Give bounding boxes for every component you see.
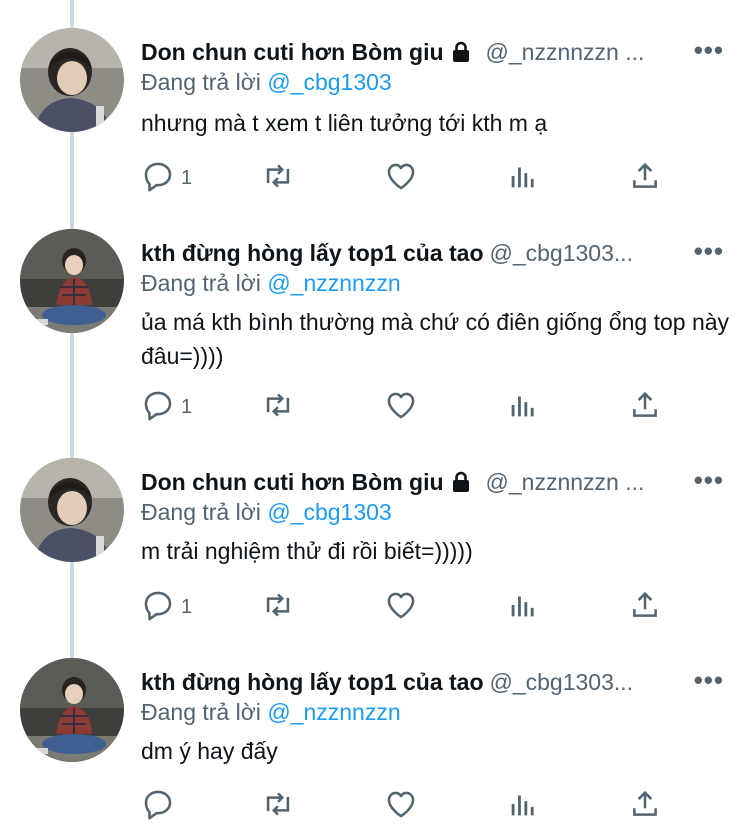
views-button[interactable] bbox=[506, 158, 540, 198]
bar-chart-icon bbox=[506, 787, 540, 826]
views-button[interactable] bbox=[506, 587, 540, 627]
speech-bubble-icon bbox=[141, 787, 175, 826]
share-button[interactable] bbox=[628, 587, 662, 627]
reply-button[interactable]: 1 bbox=[141, 587, 192, 627]
avatar[interactable] bbox=[20, 229, 124, 333]
speech-bubble-icon bbox=[141, 159, 175, 198]
heart-icon bbox=[384, 388, 418, 427]
reply-to-mention[interactable]: @_nzznnzzn bbox=[267, 270, 400, 296]
reply-count: 1 bbox=[181, 166, 193, 189]
reply-to-mention[interactable]: @_nzznnzzn bbox=[267, 699, 400, 725]
retweet-arrows-icon bbox=[261, 787, 295, 826]
retweet-arrows-icon bbox=[261, 588, 295, 627]
like-button[interactable] bbox=[384, 786, 418, 826]
tweet-text: nhưng mà t xem t liên tưởng tới kth m ạ bbox=[141, 110, 548, 136]
more-options-icon[interactable]: ••• bbox=[694, 32, 724, 68]
display-name[interactable]: kth đừng hòng lấy top1 của tao bbox=[141, 669, 484, 695]
retweet-button[interactable] bbox=[261, 587, 295, 627]
reply-count: 1 bbox=[181, 595, 193, 618]
reply-button[interactable]: 1 bbox=[141, 387, 192, 427]
retweet-button[interactable] bbox=[261, 158, 295, 198]
like-button[interactable] bbox=[384, 587, 418, 627]
bar-chart-icon bbox=[506, 588, 540, 627]
retweet-button[interactable] bbox=[261, 387, 295, 427]
replying-to-line: Đang trả lời @_cbg1303 bbox=[141, 65, 392, 99]
share-upload-icon bbox=[628, 388, 662, 427]
more-options-icon[interactable]: ••• bbox=[694, 233, 724, 269]
display-name[interactable]: Don chun cuti hơn Bòm giu bbox=[141, 39, 444, 65]
speech-bubble-icon bbox=[141, 588, 175, 627]
lock-icon bbox=[450, 37, 472, 70]
views-button[interactable] bbox=[506, 786, 540, 826]
share-upload-icon bbox=[628, 159, 662, 198]
heart-icon bbox=[384, 159, 418, 198]
share-upload-icon bbox=[628, 787, 662, 826]
tweet-text: m trải nghiệm thử đi rồi biết=))))) bbox=[141, 538, 473, 564]
replying-label: Đang trả lời bbox=[141, 699, 261, 725]
lock-icon bbox=[450, 467, 472, 500]
retweet-button[interactable] bbox=[261, 786, 295, 826]
retweet-arrows-icon bbox=[261, 159, 295, 198]
bar-chart-icon bbox=[506, 388, 540, 427]
avatar[interactable] bbox=[20, 458, 124, 562]
views-button[interactable] bbox=[506, 387, 540, 427]
user-handle[interactable]: @_cbg1303... bbox=[490, 240, 634, 266]
more-options-icon[interactable]: ••• bbox=[694, 662, 724, 698]
action-bar: 1 bbox=[141, 587, 681, 627]
replying-to-line: Đang trả lời @_nzznnzzn bbox=[141, 695, 401, 729]
replying-to-line: Đang trả lời @_cbg1303 bbox=[141, 495, 392, 529]
tweet-text: ủa má kth bình thường mà chứ có điên giố… bbox=[141, 309, 730, 369]
display-name[interactable]: Don chun cuti hơn Bòm giu bbox=[141, 469, 444, 495]
retweet-arrows-icon bbox=[261, 388, 295, 427]
like-button[interactable] bbox=[384, 387, 418, 427]
action-bar: 1 bbox=[141, 387, 681, 427]
reply-button[interactable]: 1 bbox=[141, 158, 192, 198]
reply-to-mention[interactable]: @_cbg1303 bbox=[267, 499, 391, 525]
avatar[interactable] bbox=[20, 658, 124, 762]
share-upload-icon bbox=[628, 588, 662, 627]
speech-bubble-icon bbox=[141, 388, 175, 427]
action-bar: 1 bbox=[141, 158, 681, 198]
share-button[interactable] bbox=[628, 786, 662, 826]
reply-count: 1 bbox=[181, 395, 193, 418]
bar-chart-icon bbox=[506, 159, 540, 198]
replying-label: Đang trả lời bbox=[141, 499, 261, 525]
user-handle[interactable]: @_cbg1303... bbox=[490, 669, 634, 695]
user-handle[interactable]: @_nzznnzzn ... bbox=[486, 469, 645, 495]
replying-to-line: Đang trả lời @_nzznnzzn bbox=[141, 266, 401, 300]
heart-icon bbox=[384, 588, 418, 627]
heart-icon bbox=[384, 787, 418, 826]
tweet-text: dm ý hay đấy bbox=[141, 738, 278, 764]
more-options-icon[interactable]: ••• bbox=[694, 462, 724, 498]
avatar[interactable] bbox=[20, 28, 124, 132]
share-button[interactable] bbox=[628, 158, 662, 198]
like-button[interactable] bbox=[384, 158, 418, 198]
user-handle[interactable]: @_nzznnzzn ... bbox=[486, 39, 645, 65]
action-bar bbox=[141, 786, 681, 826]
replying-label: Đang trả lời bbox=[141, 69, 261, 95]
replying-label: Đang trả lời bbox=[141, 270, 261, 296]
share-button[interactable] bbox=[628, 387, 662, 427]
reply-button[interactable] bbox=[141, 786, 181, 826]
reply-to-mention[interactable]: @_cbg1303 bbox=[267, 69, 391, 95]
display-name[interactable]: kth đừng hòng lấy top1 của tao bbox=[141, 240, 484, 266]
